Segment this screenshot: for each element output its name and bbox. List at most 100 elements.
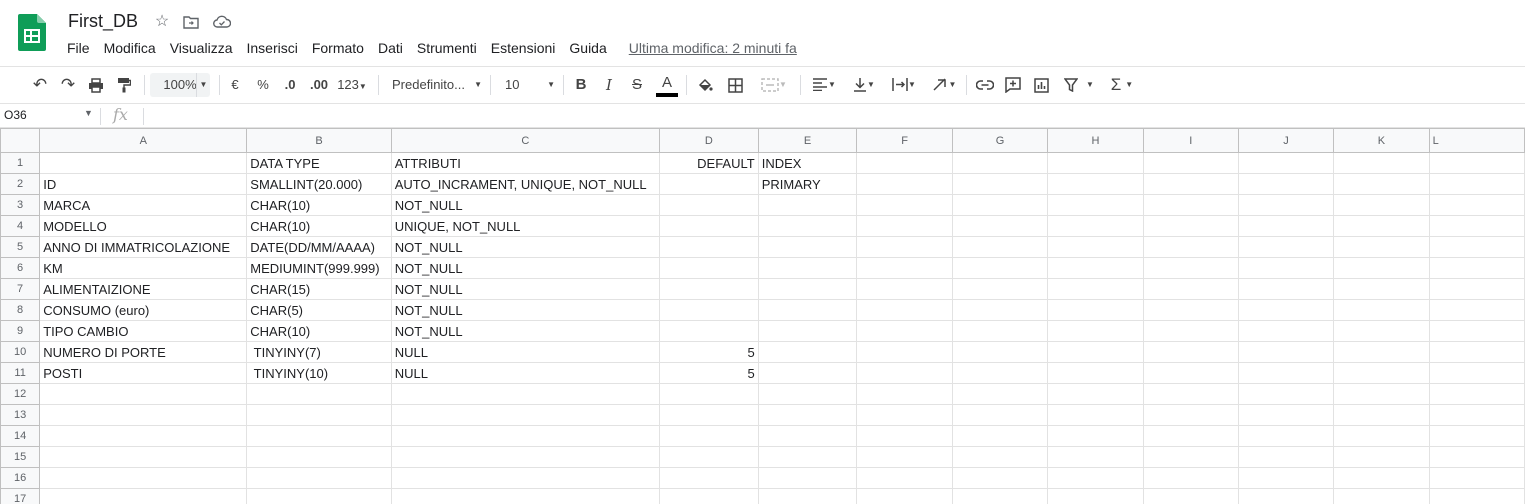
formula-input[interactable] <box>150 108 1510 124</box>
cell[interactable] <box>856 383 953 405</box>
cell[interactable] <box>1047 320 1144 342</box>
menu-modifica[interactable]: Modifica <box>97 38 163 58</box>
cell[interactable] <box>1237 278 1335 300</box>
insert-comment-icon[interactable] <box>1003 73 1023 97</box>
row-header[interactable]: 14 <box>0 425 41 447</box>
menu-guida[interactable]: Guida <box>562 38 613 58</box>
cell[interactable] <box>951 425 1049 447</box>
cell[interactable] <box>659 425 759 447</box>
cell[interactable] <box>757 341 858 363</box>
cell[interactable] <box>39 425 248 447</box>
cell[interactable]: DATA TYPE <box>246 152 392 174</box>
cell[interactable] <box>390 383 661 405</box>
cell[interactable] <box>856 152 953 174</box>
cell[interactable]: NOT_NULL <box>390 278 661 300</box>
cell[interactable] <box>1237 299 1335 321</box>
cell[interactable] <box>856 173 953 195</box>
document-title[interactable]: First_DB <box>68 11 138 32</box>
font-size-select[interactable]: 10 ▼ <box>505 73 555 97</box>
cell[interactable]: NULL <box>390 341 661 363</box>
cell[interactable] <box>757 404 858 426</box>
cell[interactable] <box>1428 467 1525 489</box>
cell[interactable] <box>39 383 248 405</box>
cell[interactable] <box>1333 194 1430 216</box>
cell[interactable] <box>39 152 248 174</box>
cell[interactable] <box>1237 467 1335 489</box>
menu-estensioni[interactable]: Estensioni <box>484 38 563 58</box>
italic-button[interactable]: I <box>600 73 618 97</box>
cell[interactable] <box>757 194 858 216</box>
cell[interactable] <box>1142 152 1239 174</box>
cell[interactable] <box>246 488 392 504</box>
cell[interactable] <box>856 446 953 468</box>
cell[interactable]: CHAR(10) <box>246 194 392 216</box>
cell[interactable] <box>1333 236 1430 258</box>
cell[interactable] <box>1047 446 1144 468</box>
cell[interactable] <box>390 425 661 447</box>
cell[interactable] <box>951 257 1049 279</box>
move-folder-icon[interactable] <box>181 12 201 32</box>
cell[interactable] <box>856 236 953 258</box>
cell[interactable]: TIPO CAMBIO <box>39 320 248 342</box>
cell[interactable] <box>1237 215 1335 237</box>
cell[interactable] <box>1142 278 1239 300</box>
functions-icon[interactable]: Σ ▼ <box>1106 73 1138 97</box>
cell[interactable] <box>1142 341 1239 363</box>
cell[interactable] <box>39 488 248 504</box>
cell[interactable] <box>1237 152 1335 174</box>
cell[interactable] <box>1333 404 1430 426</box>
cell[interactable] <box>1047 341 1144 363</box>
row-header[interactable]: 9 <box>0 320 41 342</box>
cell[interactable] <box>757 236 858 258</box>
cell[interactable] <box>1333 278 1430 300</box>
row-header[interactable]: 6 <box>0 257 41 279</box>
column-header[interactable]: H <box>1047 128 1144 153</box>
column-header[interactable]: C <box>390 128 661 153</box>
align-left-icon[interactable]: ▼ <box>808 73 840 97</box>
cell[interactable] <box>390 446 661 468</box>
cell[interactable]: TINYINY(10) <box>246 362 392 384</box>
cell[interactable] <box>1428 341 1525 363</box>
cell[interactable] <box>1237 320 1335 342</box>
cell[interactable]: ANNO DI IMMATRICOLAZIONE <box>39 236 248 258</box>
cell[interactable] <box>1237 341 1335 363</box>
cell[interactable]: CHAR(10) <box>246 215 392 237</box>
print-icon[interactable] <box>86 73 106 97</box>
cell[interactable]: 5 <box>659 341 759 363</box>
cell[interactable] <box>856 341 953 363</box>
last-edit-link[interactable]: Ultima modifica: 2 minuti fa <box>622 38 804 58</box>
cell[interactable] <box>1047 425 1144 447</box>
cell[interactable]: DATE(DD/MM/AAAA) <box>246 236 392 258</box>
cell[interactable] <box>856 194 953 216</box>
cell[interactable]: TINYINY(7) <box>246 341 392 363</box>
cell[interactable] <box>1428 404 1525 426</box>
menu-dati[interactable]: Dati <box>371 38 410 58</box>
cell[interactable] <box>659 236 759 258</box>
cell[interactable] <box>1047 194 1144 216</box>
cell[interactable]: NULL <box>390 362 661 384</box>
cell[interactable] <box>757 362 858 384</box>
font-family-select[interactable]: Predefinito... ▼ <box>392 73 482 97</box>
row-header[interactable]: 4 <box>0 215 41 237</box>
cell[interactable] <box>1237 404 1335 426</box>
paint-format-icon[interactable] <box>114 73 134 97</box>
select-all-corner[interactable] <box>0 128 41 153</box>
row-header[interactable]: 3 <box>0 194 41 216</box>
cell[interactable] <box>951 362 1049 384</box>
undo-icon[interactable]: ↶ <box>30 73 50 97</box>
cell[interactable] <box>246 425 392 447</box>
cell[interactable] <box>1047 467 1144 489</box>
cell[interactable] <box>1428 446 1525 468</box>
cell[interactable] <box>1333 341 1430 363</box>
cell[interactable] <box>1428 320 1525 342</box>
cell[interactable] <box>1333 425 1430 447</box>
cell[interactable] <box>1428 173 1525 195</box>
column-header[interactable]: I <box>1142 128 1239 153</box>
cell[interactable] <box>856 320 953 342</box>
cell[interactable] <box>951 383 1049 405</box>
cell[interactable] <box>856 488 953 504</box>
cell[interactable] <box>246 446 392 468</box>
row-header[interactable]: 12 <box>0 383 41 405</box>
menu-formato[interactable]: Formato <box>305 38 371 58</box>
cell[interactable] <box>390 488 661 504</box>
